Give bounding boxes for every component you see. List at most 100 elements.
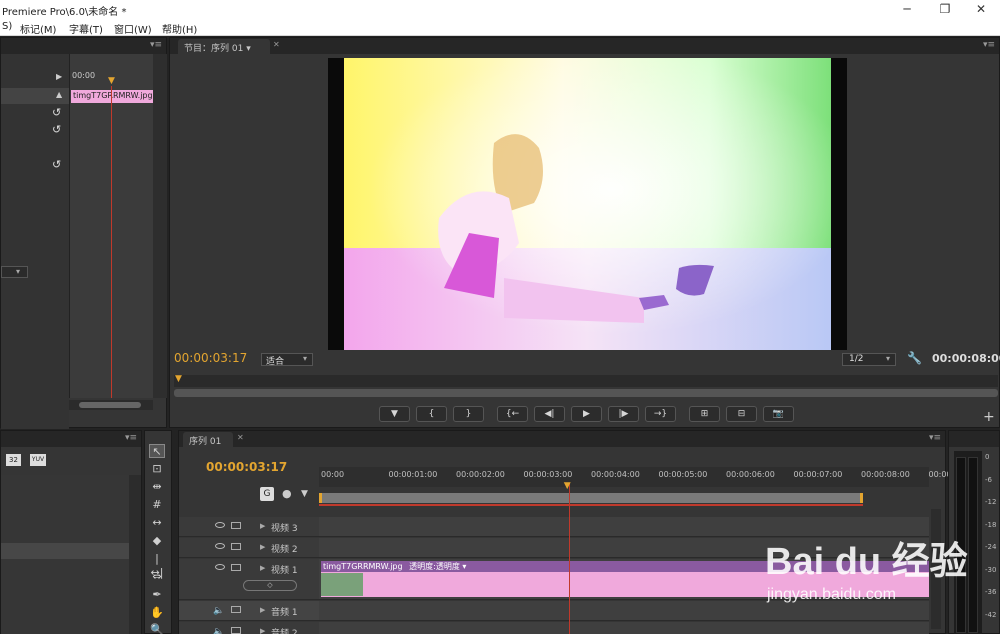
eye-icon[interactable]: [215, 543, 225, 549]
timeline-playhead[interactable]: ▼: [564, 481, 571, 634]
expand-arrow-icon[interactable]: ▶: [56, 72, 62, 81]
clip-header[interactable]: timgT7GRRMRW.jpg 透明度:透明度 ▾: [321, 561, 929, 572]
step-back-button[interactable]: ◀|: [534, 406, 565, 422]
expand-track-icon[interactable]: ▶: [260, 543, 265, 551]
track-lane-video[interactable]: [319, 538, 929, 558]
track-lane-audio[interactable]: [319, 622, 929, 634]
mark-in-button[interactable]: {: [416, 406, 447, 422]
track-select-icon[interactable]: ⊡: [149, 462, 165, 476]
play-button[interactable]: ▶: [571, 406, 602, 422]
tab-sequence[interactable]: 序列 01: [183, 432, 233, 447]
close-button[interactable]: ✕: [964, 0, 998, 19]
track-header-video[interactable]: ▶ 视频 2: [179, 538, 319, 558]
track-lane-audio[interactable]: [319, 601, 929, 621]
marker-pin-icon[interactable]: ●: [282, 487, 292, 500]
effect-hscroll-thumb[interactable]: [79, 402, 141, 408]
audio-track-icon[interactable]: [231, 606, 241, 613]
slip-icon[interactable]: |↔|: [149, 552, 165, 579]
audio-track-icon[interactable]: [231, 627, 241, 634]
snap-icon[interactable]: G: [260, 487, 274, 501]
export-frame-button[interactable]: 📷: [763, 406, 794, 422]
step-forward-button[interactable]: |▶: [608, 406, 639, 422]
video-clip[interactable]: timgT7GRRMRW.jpg 透明度:透明度 ▾: [321, 561, 929, 597]
zoom-fit-dropdown[interactable]: 适合 ▾: [261, 353, 313, 367]
effect-scrollbar[interactable]: [153, 54, 167, 398]
reset-icon[interactable]: ↺: [52, 106, 61, 119]
ripple-edit-icon[interactable]: ⇹: [149, 480, 165, 494]
extract-button[interactable]: ⊟: [726, 406, 757, 422]
panel-menu-icon[interactable]: ▾≡: [983, 40, 995, 50]
pen-icon[interactable]: ✒: [149, 588, 165, 602]
selection-tool-icon[interactable]: ↖: [149, 444, 165, 458]
menu-item-marker[interactable]: 标记(M): [20, 21, 56, 36]
tab-program[interactable]: 节目：序列 01 ▾: [178, 39, 270, 54]
expand-track-icon[interactable]: ▶: [260, 522, 265, 530]
panel-menu-icon[interactable]: ▾≡: [150, 40, 162, 50]
clip-effect-label[interactable]: 透明度:透明度: [409, 562, 460, 571]
close-icon[interactable]: ✕: [237, 433, 244, 442]
zoom-icon[interactable]: 🔍: [149, 623, 165, 634]
razor-icon[interactable]: ◆: [149, 534, 165, 548]
effect-clip-bar[interactable]: timgT7GRRMRW.jpg: [71, 90, 154, 103]
project-scrollbar[interactable]: [129, 475, 141, 634]
meter-label: -6: [985, 476, 992, 484]
playhead-handle-icon[interactable]: ▼: [564, 481, 571, 491]
blend-mode-dropdown[interactable]: ▾: [1, 266, 28, 278]
hand-icon[interactable]: ✋: [149, 606, 165, 620]
reset-icon[interactable]: ↺: [52, 123, 61, 136]
track-header-audio[interactable]: 🔈 ▶ 音频 2: [179, 622, 319, 634]
lift-button[interactable]: ⊞: [689, 406, 720, 422]
add-button-icon[interactable]: +: [983, 409, 995, 425]
track-header-audio[interactable]: 🔈 ▶ 音频 1: [179, 601, 319, 621]
settings-wrench-icon[interactable]: 🔧: [907, 351, 922, 365]
menu-item-title[interactable]: 字幕(T): [69, 21, 103, 36]
effect-hscrollbar[interactable]: [69, 400, 153, 410]
minimize-button[interactable]: ─: [890, 0, 924, 19]
speaker-icon[interactable]: 🔈: [213, 627, 224, 634]
eye-icon[interactable]: [215, 564, 225, 570]
collapse-arrow-icon[interactable]: ▲: [56, 90, 62, 99]
track-output-icon[interactable]: [231, 522, 241, 529]
eye-icon[interactable]: [215, 522, 225, 528]
track-lane-video[interactable]: [319, 517, 929, 537]
panel-menu-icon[interactable]: ▾≡: [125, 433, 137, 443]
playhead-marker-icon[interactable]: ▼: [108, 76, 115, 86]
work-area-bar[interactable]: [319, 493, 863, 503]
add-marker-icon[interactable]: ▼: [301, 489, 308, 499]
timeline-ruler[interactable]: 00:00 00:00:01:00 00:00:02:00 00:00:03:00 00…: [319, 467, 952, 487]
timeline-scrollbar[interactable]: [931, 509, 941, 629]
expand-track-icon[interactable]: ▶: [260, 606, 265, 614]
list-item[interactable]: [1, 543, 129, 559]
badge-32-icon[interactable]: 32: [6, 454, 21, 466]
mark-out-button[interactable]: }: [453, 406, 484, 422]
program-playhead-icon[interactable]: ▼: [175, 374, 182, 384]
close-icon[interactable]: ✕: [273, 40, 280, 49]
rolling-edit-icon[interactable]: #: [149, 498, 165, 512]
speaker-icon[interactable]: 🔈: [213, 606, 224, 616]
go-to-out-button[interactable]: →}: [645, 406, 676, 422]
expand-track-icon[interactable]: ▶: [260, 564, 265, 572]
program-scrub-bar[interactable]: ▼: [174, 374, 998, 387]
go-to-in-button[interactable]: {←: [497, 406, 528, 422]
menu-item-sequence[interactable]: S): [2, 21, 12, 32]
track-output-icon[interactable]: [231, 564, 241, 571]
rate-stretch-icon[interactable]: ↔: [149, 516, 165, 530]
restore-button[interactable]: ❐: [928, 0, 962, 19]
menu-item-window[interactable]: 窗口(W): [114, 21, 152, 36]
reset-icon[interactable]: ↺: [52, 158, 61, 171]
expand-track-icon[interactable]: ▶: [260, 627, 265, 634]
keyframe-navigator[interactable]: ◇: [243, 580, 297, 591]
panel-menu-icon[interactable]: ▾≡: [929, 433, 941, 443]
program-zoom-scrollbar[interactable]: [174, 389, 998, 397]
timeline-current-time[interactable]: 00:00:03:17: [206, 460, 287, 474]
track-header-video[interactable]: ▶ 视频 1 ◇: [179, 559, 319, 600]
badge-yuv-icon[interactable]: YUV: [30, 454, 46, 466]
slide-icon[interactable]: ⇔: [149, 570, 165, 584]
program-current-time[interactable]: 00:00:03:17: [174, 351, 247, 365]
track-header-video[interactable]: ▶ 视频 3: [179, 517, 319, 537]
add-marker-button[interactable]: ▼: [379, 406, 410, 422]
resolution-dropdown[interactable]: 1/2 ▾: [842, 353, 896, 366]
track-output-icon[interactable]: [231, 543, 241, 550]
menu-item-help[interactable]: 帮助(H): [162, 21, 197, 36]
chevron-down-icon: ▾: [886, 354, 891, 363]
